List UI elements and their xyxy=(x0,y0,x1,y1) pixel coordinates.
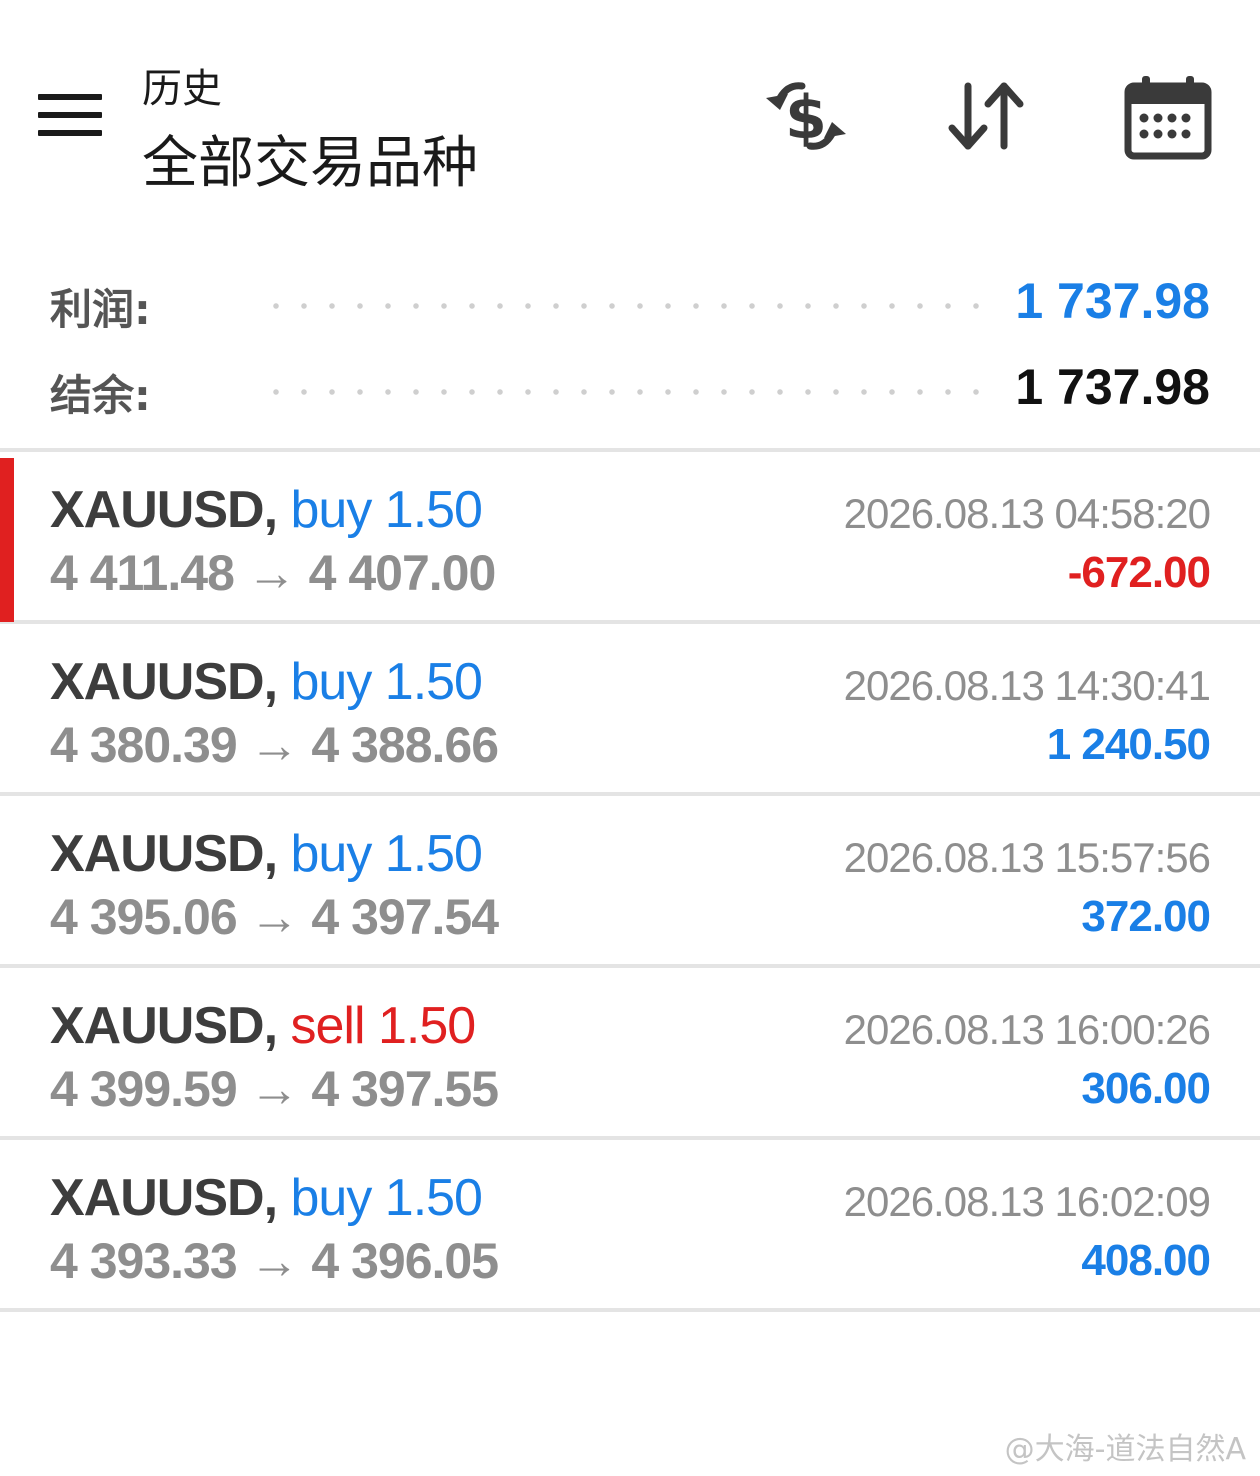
leader-dots xyxy=(262,388,982,396)
trade-row[interactable]: XAUUSD, buy 1.50 4 380.39 → 4 388.66 202… xyxy=(0,624,1260,792)
balance-value: 1 737.98 xyxy=(1015,359,1210,415)
trade-profit: 408.00 xyxy=(1081,1236,1211,1285)
profit-label: 利润: xyxy=(50,285,151,334)
trade-side: buy 1.50 xyxy=(290,825,482,883)
trade-side: buy 1.50 xyxy=(290,481,482,539)
leader-dots xyxy=(262,302,982,310)
trade-time: 2026.08.13 14:30:41 xyxy=(843,662,1211,709)
trade-time: 2026.08.13 16:00:26 xyxy=(843,1006,1211,1053)
trade-profit: 306.00 xyxy=(1081,1064,1211,1113)
trade-prices: 4 411.48 → 4 407.00 xyxy=(50,545,496,601)
selected-marker xyxy=(0,458,14,622)
trade-title: XAUUSD, buy 1.50 xyxy=(50,652,483,712)
trade-time: 2026.08.13 04:58:20 xyxy=(843,490,1211,537)
trade-row[interactable]: XAUUSD, buy 1.50 4 411.48 → 4 407.00 202… xyxy=(0,452,1260,622)
balance-row: 结余: 1 737.98 xyxy=(0,348,1260,428)
symbol-filter-label[interactable]: 全部交易品种 xyxy=(142,118,478,199)
trade-profit: 1 240.50 xyxy=(1046,720,1211,769)
trade-prices: 4 380.39 → 4 388.66 xyxy=(50,717,499,773)
trade-symbol: XAUUSD, xyxy=(50,1169,278,1227)
profit-row: 利润: 1 737.98 xyxy=(0,262,1260,342)
trade-title: XAUUSD, buy 1.50 xyxy=(50,1168,483,1228)
trade-side: buy 1.50 xyxy=(290,1169,482,1227)
trade-time: 2026.08.13 15:57:56 xyxy=(843,834,1211,881)
trade-history-list: XAUUSD, buy 1.50 4 411.48 → 4 407.00 202… xyxy=(0,448,1260,1312)
page-title: 历史 xyxy=(142,66,222,112)
trade-row[interactable]: XAUUSD, sell 1.50 4 399.59 → 4 397.55 20… xyxy=(0,968,1260,1136)
app-header: 历史 全部交易品种 $ xyxy=(0,0,1260,220)
profit-value: 1 737.98 xyxy=(1015,273,1210,329)
menu-icon[interactable] xyxy=(38,94,102,138)
trade-time: 2026.08.13 16:02:09 xyxy=(843,1178,1211,1225)
trade-row[interactable]: XAUUSD, buy 1.50 4 393.33 → 4 396.05 202… xyxy=(0,1140,1260,1308)
trade-symbol: XAUUSD, xyxy=(50,825,278,883)
trade-prices: 4 395.06 → 4 397.54 xyxy=(50,889,499,945)
trade-side: buy 1.50 xyxy=(290,653,482,711)
trade-prices: 4 393.33 → 4 396.05 xyxy=(50,1233,499,1289)
trade-side: sell 1.50 xyxy=(290,997,476,1055)
account-summary: 利润: 1 737.98 结余: 1 737.98 xyxy=(0,250,1260,446)
trade-prices: 4 399.59 → 4 397.55 xyxy=(50,1061,499,1117)
trade-profit: -672.00 xyxy=(1067,548,1211,597)
trade-profit: 372.00 xyxy=(1081,892,1211,941)
trade-title: XAUUSD, sell 1.50 xyxy=(50,996,476,1056)
trade-symbol: XAUUSD, xyxy=(50,481,278,539)
sort-icon[interactable] xyxy=(946,76,1026,156)
trade-row[interactable]: XAUUSD, buy 1.50 4 395.06 → 4 397.54 202… xyxy=(0,796,1260,964)
currency-exchange-icon[interactable]: $ xyxy=(762,76,850,156)
divider xyxy=(0,1308,1260,1312)
trade-symbol: XAUUSD, xyxy=(50,997,278,1055)
trade-title: XAUUSD, buy 1.50 xyxy=(50,824,483,884)
watermark: @大海-道法自然A xyxy=(1004,1432,1246,1467)
calendar-icon[interactable] xyxy=(1124,76,1212,160)
trade-title: XAUUSD, buy 1.50 xyxy=(50,480,483,540)
balance-label: 结余: xyxy=(50,371,151,420)
trade-symbol: XAUUSD, xyxy=(50,653,278,711)
